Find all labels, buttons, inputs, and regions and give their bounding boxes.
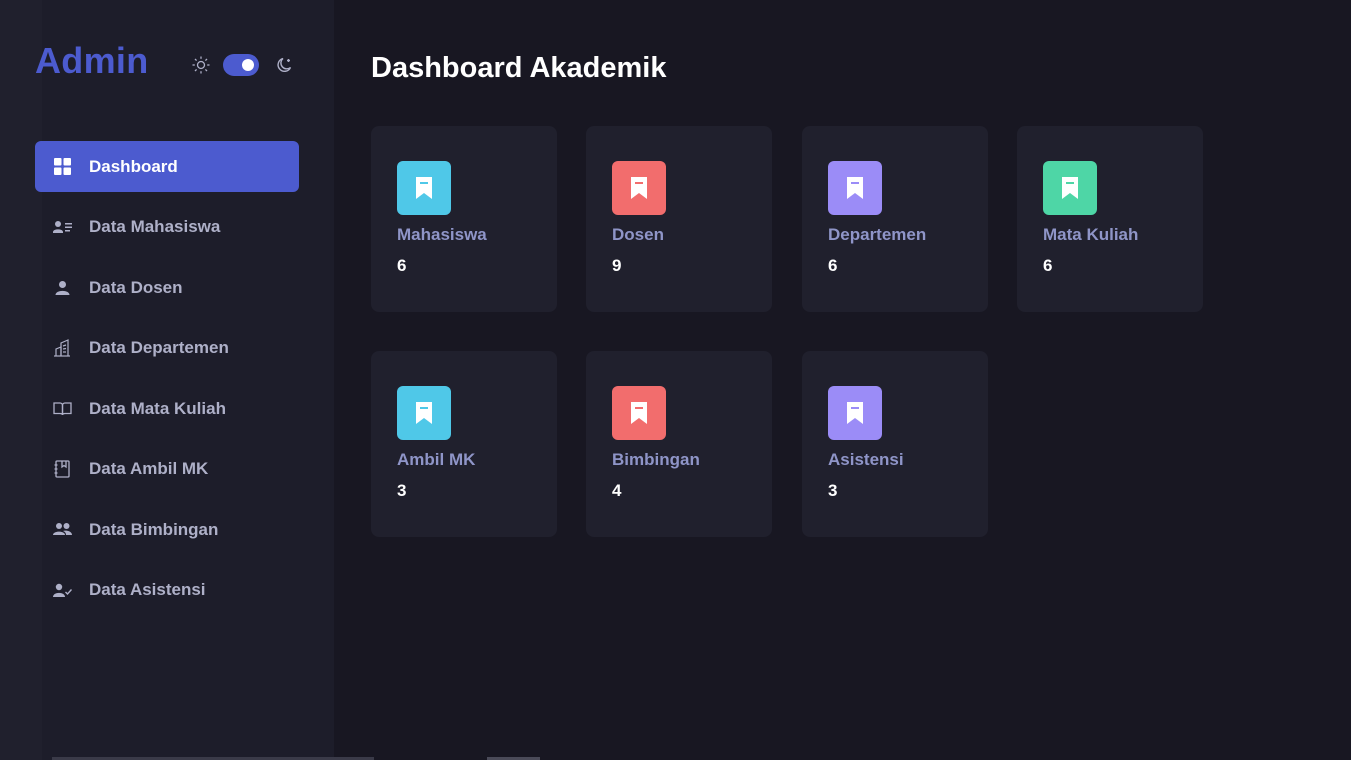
moon-icon bbox=[276, 56, 294, 74]
stat-card-value: 9 bbox=[612, 256, 622, 275]
sidebar-item-data-dosen[interactable]: Data Dosen bbox=[35, 262, 299, 313]
app-root: Admin Dashboard Data Mahasiswa Data Dose… bbox=[0, 0, 1351, 760]
bookmark-icon bbox=[612, 386, 666, 440]
stat-card-label: Ambil MK bbox=[397, 450, 476, 469]
stat-card-label: Asistensi bbox=[828, 450, 904, 469]
sidebar-item-label: Data Ambil MK bbox=[89, 459, 209, 478]
building-icon bbox=[52, 338, 72, 358]
sidebar-item-data-bimbingan[interactable]: Data Bimbingan bbox=[35, 504, 299, 555]
sun-icon bbox=[192, 56, 210, 74]
bookmark-icon bbox=[828, 161, 882, 215]
user-check-icon bbox=[52, 580, 72, 600]
stat-card-value: 6 bbox=[397, 256, 407, 275]
notebook-icon bbox=[52, 459, 72, 479]
sidebar-item-label: Data Bimbingan bbox=[89, 519, 219, 539]
stat-card-value: 6 bbox=[1043, 256, 1053, 275]
sidebar-nav: Dashboard Data Mahasiswa Data Dosen Data… bbox=[35, 141, 299, 625]
sidebar-item-dashboard[interactable]: Dashboard bbox=[35, 141, 299, 192]
grid-icon bbox=[52, 157, 72, 177]
sidebar-item-data-asistensi[interactable]: Data Asistensi bbox=[35, 565, 299, 616]
id-card-icon bbox=[52, 217, 72, 237]
sidebar-item-label: Data Mahasiswa bbox=[89, 217, 221, 236]
stat-card-asistensi[interactable]: Asistensi 3 bbox=[802, 351, 988, 537]
stat-card-label: Mahasiswa bbox=[397, 225, 487, 244]
sidebar-item-data-mata-kuliah[interactable]: Data Mata Kuliah bbox=[35, 383, 299, 434]
user-icon bbox=[52, 278, 72, 298]
theme-toggle[interactable] bbox=[223, 54, 259, 76]
bookmark-icon bbox=[397, 161, 451, 215]
stat-card-value: 3 bbox=[397, 481, 407, 500]
stat-card-departemen[interactable]: Departemen 6 bbox=[802, 126, 988, 312]
sidebar-item-label: Data Departemen bbox=[89, 338, 229, 357]
sidebar-item-label: Dashboard bbox=[89, 156, 178, 176]
book-icon bbox=[52, 399, 72, 419]
stat-card-label: Dosen bbox=[612, 225, 664, 244]
bookmark-icon bbox=[1043, 161, 1097, 215]
stat-card-mahasiswa[interactable]: Mahasiswa 6 bbox=[371, 126, 557, 312]
stat-card-mata-kuliah[interactable]: Mata Kuliah 6 bbox=[1017, 126, 1203, 312]
bookmark-icon bbox=[397, 386, 451, 440]
stat-card-bimbingan[interactable]: Bimbingan 4 bbox=[586, 351, 772, 537]
stat-card-value: 6 bbox=[828, 256, 838, 275]
sidebar: Admin Dashboard Data Mahasiswa Data Dose… bbox=[0, 0, 334, 760]
theme-switch bbox=[190, 52, 300, 78]
page-title: Dashboard Akademik bbox=[371, 52, 667, 84]
sidebar-item-label: Data Dosen bbox=[89, 277, 183, 297]
stat-card-value: 3 bbox=[828, 481, 838, 500]
stat-card-value: 4 bbox=[612, 481, 622, 500]
brand-title: Admin bbox=[35, 40, 149, 81]
toggle-knob bbox=[242, 59, 254, 71]
bookmark-icon bbox=[612, 161, 666, 215]
sidebar-item-label: Data Mata Kuliah bbox=[89, 398, 226, 418]
stat-card-ambil-mk[interactable]: Ambil MK 3 bbox=[371, 351, 557, 537]
users-icon bbox=[52, 520, 72, 540]
stat-card-label: Departemen bbox=[828, 225, 927, 244]
sidebar-item-data-ambil-mk[interactable]: Data Ambil MK bbox=[35, 444, 299, 495]
stat-card-label: Bimbingan bbox=[612, 450, 700, 469]
sidebar-item-data-departemen[interactable]: Data Departemen bbox=[35, 323, 299, 374]
sidebar-item-data-mahasiswa[interactable]: Data Mahasiswa bbox=[35, 202, 299, 253]
bookmark-icon bbox=[828, 386, 882, 440]
sidebar-item-label: Data Asistensi bbox=[89, 580, 206, 599]
stat-card-label: Mata Kuliah bbox=[1043, 225, 1139, 244]
stat-card-dosen[interactable]: Dosen 9 bbox=[586, 126, 772, 312]
